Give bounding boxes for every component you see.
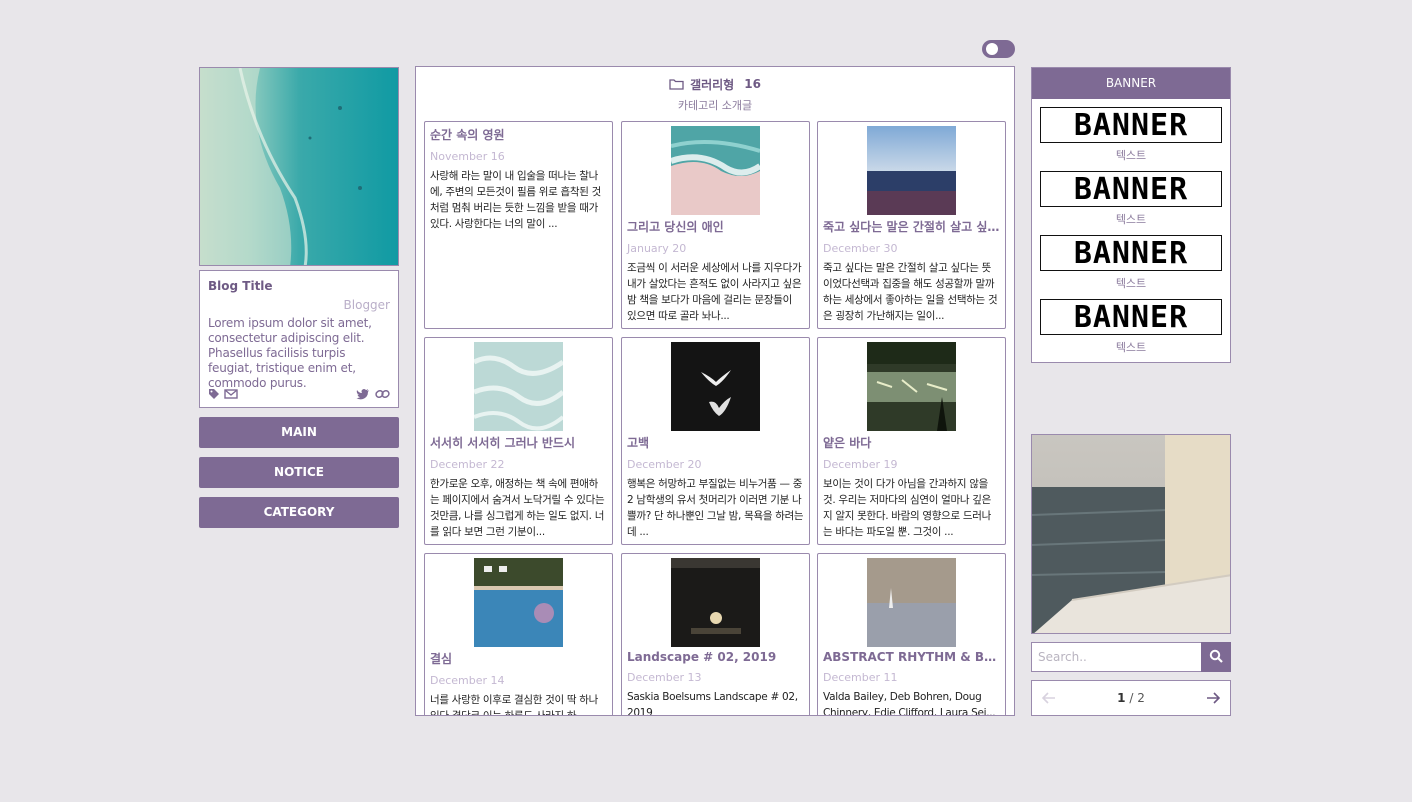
post-thumbnail[interactable]: [671, 342, 760, 431]
post-title[interactable]: Landscape # 02, 2019: [622, 650, 809, 664]
post-thumbnail[interactable]: [671, 558, 760, 647]
prev-page-arrow-icon[interactable]: [1041, 689, 1056, 708]
post-card[interactable]: Landscape # 02, 2019 December 13 Saskia …: [621, 553, 810, 716]
post-card[interactable]: 얕은 바다 December 19 보이는 것이 다가 아님을 간과하지 않을 …: [817, 337, 1006, 545]
banner-caption[interactable]: 텍스트: [1040, 147, 1222, 163]
banner-item[interactable]: BANNER 텍스트: [1040, 171, 1222, 227]
pagination: 1 / 2: [1031, 680, 1231, 716]
next-page-arrow-icon[interactable]: [1206, 689, 1221, 708]
post-date: December 30: [823, 242, 898, 255]
post-title[interactable]: 그리고 당신의 애인: [622, 218, 809, 235]
post-card[interactable]: 그리고 당신의 애인 January 20 조금씩 이 서러운 세상에서 나를 …: [621, 121, 810, 329]
post-date: December 20: [627, 458, 702, 471]
post-title[interactable]: 고백: [622, 434, 809, 451]
total-pages: 2: [1137, 691, 1145, 705]
link-icon[interactable]: [375, 385, 390, 404]
post-excerpt: Valda Bailey, Deb Bohren, Doug Chinnery,…: [823, 691, 996, 716]
page-indicator: 1 / 2: [1117, 691, 1145, 705]
tag-icon[interactable]: [208, 385, 220, 404]
post-date: December 11: [823, 671, 898, 684]
mail-icon[interactable]: [224, 385, 238, 404]
post-excerpt: 조금씩 이 서러운 세상에서 나를 지우다가내가 살았다는 흔적도 없이 사라지…: [627, 262, 802, 322]
post-card[interactable]: 서서히 서서히 그러나 반드시 December 22 한가로운 오후, 애정하…: [424, 337, 613, 545]
banner-caption[interactable]: 텍스트: [1040, 275, 1222, 291]
search-button[interactable]: [1201, 642, 1231, 672]
search-icon: [1209, 648, 1223, 667]
post-date: December 14: [430, 674, 505, 687]
menu-notice-button[interactable]: NOTICE: [199, 457, 399, 488]
profile-cover-image: [199, 67, 399, 266]
category-count: 16: [744, 77, 761, 91]
menu-main-button[interactable]: MAIN: [199, 417, 399, 448]
category-name: 갤러리형: [690, 77, 735, 92]
post-excerpt: 너를 사랑한 이후로 결심한 것이 딱 하나 있다 결단코 이는 하루도 사라지…: [430, 694, 598, 716]
banner-caption[interactable]: 텍스트: [1040, 211, 1222, 227]
current-page: 1: [1117, 691, 1126, 705]
banner-caption[interactable]: 텍스트: [1040, 339, 1222, 355]
post-thumbnail[interactable]: [867, 342, 956, 431]
twitter-icon[interactable]: [356, 385, 370, 404]
menu-category-button[interactable]: CATEGORY: [199, 497, 399, 528]
post-date: December 13: [627, 671, 702, 684]
post-excerpt: 보이는 것이 다가 아님을 간과하지 않을 것. 우리는 저마다의 심연이 얼마…: [823, 478, 991, 538]
banner-header: BANNER: [1032, 68, 1230, 99]
post-title[interactable]: 서서히 서서히 그러나 반드시: [425, 434, 612, 451]
blog-intro: Lorem ipsum dolor sit amet, consectetur …: [208, 316, 372, 390]
post-card[interactable]: 죽고 싶다는 말은 간절히 살고 싶다는... December 30 죽고 싶…: [817, 121, 1006, 329]
post-card[interactable]: 고백 December 20 행복은 허망하고 부질없는 비누거품 — 중2 남…: [621, 337, 810, 545]
post-excerpt: 사랑해 라는 말이 내 입술을 떠나는 찰나에, 주변의 모든것이 필름 위로 …: [430, 170, 602, 230]
theme-toggle[interactable]: [982, 40, 1015, 58]
post-thumbnail[interactable]: [474, 342, 563, 431]
category-header: 갤러리형 16: [416, 67, 1014, 97]
banner-image[interactable]: BANNER: [1040, 171, 1222, 207]
post-title[interactable]: 순간 속의 영원: [425, 126, 612, 143]
post-title[interactable]: 결심: [425, 650, 612, 667]
post-title[interactable]: ABSTRACT RHYTHM & BL...: [818, 650, 1005, 664]
post-title[interactable]: 얕은 바다: [818, 434, 1005, 451]
post-thumbnail[interactable]: [474, 558, 563, 647]
post-thumbnail[interactable]: [867, 126, 956, 215]
post-excerpt: 죽고 싶다는 말은 간절히 살고 싶다는 뜻이었다선택과 집중을 해도 성공할까…: [823, 262, 998, 322]
blog-title[interactable]: Blog Title: [208, 279, 390, 293]
post-card[interactable]: ABSTRACT RHYTHM & BL... December 11 Vald…: [817, 553, 1006, 716]
post-thumbnail[interactable]: [671, 126, 760, 215]
post-date: December 22: [430, 458, 505, 471]
left-sidebar: Blog Title Blogger Lorem ipsum dolor sit…: [199, 67, 399, 528]
post-excerpt: 행복은 허망하고 부질없는 비누거품 — 중2 남학생의 유서 첫머리가 이러면…: [627, 478, 804, 538]
banner-image[interactable]: BANNER: [1040, 235, 1222, 271]
profile-card: Blog Title Blogger Lorem ipsum dolor sit…: [199, 270, 399, 408]
post-excerpt: 한가로운 오후, 애정하는 책 속에 편애하는 페이지에서 숨겨서 노닥거릴 수…: [430, 478, 605, 538]
post-excerpt: Saskia Boelsums Landscape # 02, 2019: [627, 691, 798, 716]
post-date: January 20: [627, 242, 687, 255]
banner-image[interactable]: BANNER: [1040, 107, 1222, 143]
post-date: November 16: [430, 150, 505, 163]
page-separator: /: [1125, 691, 1138, 705]
post-date: December 19: [823, 458, 898, 471]
banner-item[interactable]: BANNER 텍스트: [1040, 235, 1222, 291]
banner-widget: BANNER BANNER 텍스트 BANNER 텍스트 BANNER 텍스트 …: [1031, 67, 1231, 363]
right-sidebar: BANNER BANNER 텍스트 BANNER 텍스트 BANNER 텍스트 …: [1031, 67, 1231, 716]
post-title[interactable]: 죽고 싶다는 말은 간절히 살고 싶다는...: [818, 218, 1005, 235]
post-card[interactable]: 결심 December 14 너를 사랑한 이후로 결심한 것이 딱 하나 있다…: [424, 553, 613, 716]
post-thumbnail[interactable]: [867, 558, 956, 647]
sidebar-photo: [1031, 434, 1231, 634]
post-card[interactable]: 순간 속의 영원 November 16 사랑해 라는 말이 내 입술을 떠나는…: [424, 121, 613, 329]
blogger-name: Blogger: [343, 298, 390, 312]
banner-item[interactable]: BANNER 텍스트: [1040, 107, 1222, 163]
banner-image[interactable]: BANNER: [1040, 299, 1222, 335]
folder-icon: [669, 75, 684, 94]
search-input[interactable]: [1031, 642, 1201, 672]
profile-icons: [208, 385, 390, 400]
category-description: 카테고리 소개글: [677, 99, 753, 112]
banner-item[interactable]: BANNER 텍스트: [1040, 299, 1222, 355]
post-gallery: 갤러리형 16 카테고리 소개글 순간 속의 영원 November 16 사랑…: [415, 66, 1015, 716]
search-bar: [1031, 642, 1231, 672]
